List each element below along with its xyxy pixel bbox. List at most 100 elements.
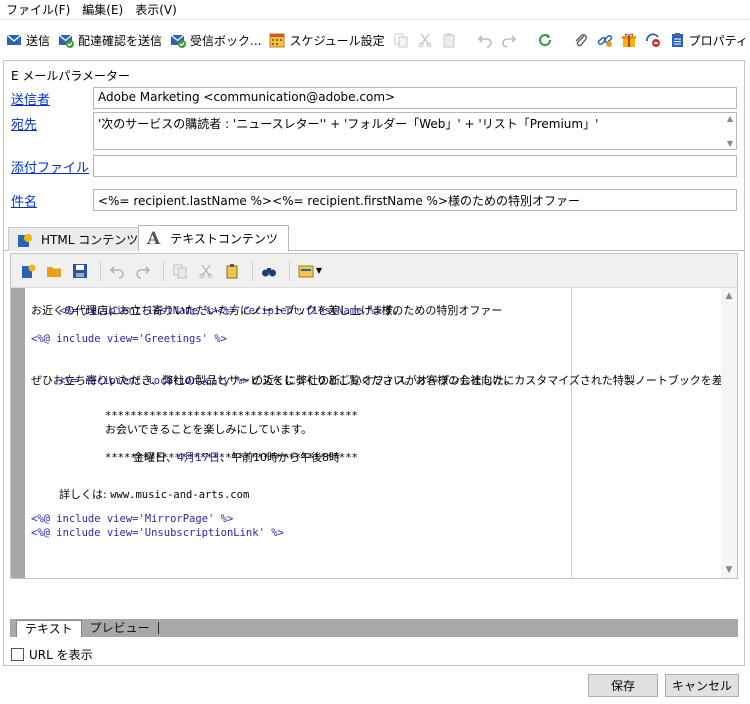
- undo-icon: [109, 265, 124, 279]
- attachments-link[interactable]: 添付ファイル: [11, 157, 89, 176]
- link-button[interactable]: [593, 27, 617, 53]
- scroll-down-icon[interactable]: ▼: [727, 139, 733, 148]
- paste-button[interactable]: [437, 27, 461, 53]
- subject-field[interactable]: <%= recipient.lastName %><%= recipient.f…: [93, 189, 737, 211]
- copy-button[interactable]: [389, 27, 413, 53]
- insert-field-dropdown[interactable]: ▼: [295, 260, 325, 282]
- send-button[interactable]: 送信: [2, 27, 54, 53]
- code-line-9: 詳しくは: www.music-and-arts.com: [58, 488, 250, 501]
- subject-link[interactable]: 件名: [11, 191, 37, 210]
- code-line-7: お会いできることを楽しみにしています。: [105, 423, 313, 436]
- tab-text[interactable]: テキスト: [16, 619, 82, 637]
- text-editor: ▼ <%= recipient.lastName %><%= recipient…: [10, 253, 738, 579]
- redo-icon: [136, 265, 151, 279]
- copy-icon: [394, 33, 408, 48]
- properties-icon: [671, 33, 683, 47]
- code-line-stars-bottom: ****************************************: [105, 452, 358, 464]
- editor-cut-button[interactable]: [195, 260, 217, 282]
- attach-button[interactable]: [569, 27, 593, 53]
- schedule-button[interactable]: スケジュール設定: [265, 27, 388, 53]
- show-url-checkbox[interactable]: [11, 648, 24, 661]
- save-button[interactable]: 保存: [588, 674, 658, 697]
- menu-bar: ファイル(F) 編集(E) 表示(V): [0, 0, 750, 20]
- binoculars-icon: [262, 267, 276, 276]
- gift-button[interactable]: [617, 27, 641, 53]
- code-area[interactable]: <%= recipient.lastName %><%= recipient.f…: [25, 288, 721, 578]
- undo-icon: [477, 35, 492, 48]
- show-url-row: URL を表示: [11, 646, 93, 663]
- recipient-link[interactable]: 宛先: [11, 114, 37, 133]
- calendar-icon: [269, 33, 285, 48]
- refresh-icon: [538, 34, 551, 47]
- editor-scrollbar[interactable]: ▲ ▼: [721, 288, 737, 578]
- unsubscribe-button[interactable]: [641, 27, 665, 53]
- redo-icon: [501, 35, 516, 48]
- tab-preview[interactable]: プレビュー: [82, 620, 158, 637]
- content-tabs: HTML コンテンツ A テキストコンテンツ: [4, 225, 744, 252]
- unsubscribe-icon: [645, 33, 660, 47]
- scissors-icon: [199, 264, 213, 278]
- editor-copy-button[interactable]: [169, 260, 191, 282]
- find-button[interactable]: [258, 260, 280, 282]
- code-line-3: <%@ include view='Greetings' %>: [31, 333, 227, 345]
- editor-gutter: [11, 288, 25, 578]
- scroll-up-icon[interactable]: ▲: [727, 114, 733, 123]
- scroll-down-icon[interactable]: ▼: [724, 565, 734, 575]
- code-line-5: ぜひお立ち寄りいただき、弊社の製品とサービスをじっくりとご覧ください。お客様の会…: [31, 374, 721, 387]
- tab-html-content[interactable]: HTML コンテンツ: [8, 227, 150, 251]
- send-proof-button[interactable]: 配達確認を送信: [54, 27, 166, 53]
- envelope-check-icon: [58, 34, 75, 48]
- cut-button[interactable]: [413, 27, 437, 53]
- clipboard-icon: [443, 33, 455, 48]
- paperclip-icon: [575, 34, 587, 47]
- insert-field-icon: [298, 265, 314, 277]
- inbox-button[interactable]: 受信ボック...: [166, 27, 265, 53]
- tab-divider: [157, 622, 159, 634]
- save-file-button[interactable]: [69, 260, 91, 282]
- show-url-label: URL を表示: [29, 648, 93, 662]
- clipboard-icon: [226, 263, 238, 278]
- section-title: E メールパラメーター: [11, 69, 131, 83]
- new-button[interactable]: [17, 260, 39, 282]
- attachments-field[interactable]: [93, 155, 737, 177]
- html-icon: [18, 233, 32, 247]
- code-line-11: <%@ include view='UnsubscriptionLink' %>: [31, 527, 284, 539]
- editor-toolbar: ▼: [11, 254, 737, 288]
- view-mode-tabs: テキスト プレビュー: [10, 619, 738, 637]
- link-icon: [597, 34, 612, 47]
- sender-field[interactable]: Adobe Marketing <communication@adobe.com…: [93, 87, 737, 109]
- right-margin-line: [571, 288, 572, 578]
- cancel-button[interactable]: キャンセル: [665, 674, 739, 697]
- recipient-field[interactable]: '次のサービスの購読者 : 'ニュースレター'' + 'フォルダー「Web」' …: [93, 112, 737, 150]
- code-line-2: お近くの代理店にお立ち寄りいただいた方にノートブックを差し上げます。: [31, 304, 404, 317]
- code-line-10: <%@ include view='MirrorPage' %>: [31, 513, 234, 525]
- editor-redo-button[interactable]: [132, 260, 154, 282]
- copy-icon: [173, 264, 187, 278]
- refresh-button[interactable]: [533, 27, 557, 53]
- text-a-icon: A: [147, 228, 161, 249]
- open-button[interactable]: [43, 260, 65, 282]
- envelope-check-icon: [170, 34, 187, 48]
- code-line-stars-top: ****************************************: [105, 410, 358, 422]
- new-document-icon: [22, 264, 36, 278]
- menu-view[interactable]: 表示(V): [129, 0, 183, 20]
- editor-paste-button[interactable]: [221, 260, 243, 282]
- main-toolbar: 送信 配達確認を送信 受信ボック... スケジュール設定 プロパティ: [0, 24, 750, 56]
- scroll-up-icon[interactable]: ▲: [724, 291, 734, 301]
- envelope-icon: [6, 34, 22, 45]
- scissors-icon: [418, 33, 432, 48]
- floppy-icon: [73, 263, 87, 278]
- menu-file[interactable]: ファイル(F): [0, 0, 76, 20]
- redo-button[interactable]: [497, 27, 521, 53]
- sender-link[interactable]: 送信者: [11, 89, 50, 108]
- undo-button[interactable]: [473, 27, 497, 53]
- gift-icon: [621, 33, 636, 47]
- email-parameters-panel: E メールパラメーター 送信者 Adobe Marketing <communi…: [3, 60, 745, 666]
- tab-text-content[interactable]: A テキストコンテンツ: [138, 225, 289, 252]
- menu-edit[interactable]: 編集(E): [76, 0, 129, 20]
- recipient-value: '次のサービスの購読者 : 'ニュースレター'' + 'フォルダー「Web」' …: [98, 117, 599, 131]
- chevron-down-icon: ▼: [315, 266, 323, 275]
- editor-undo-button[interactable]: [106, 260, 128, 282]
- folder-icon: [47, 266, 61, 277]
- properties-button[interactable]: プロパティ: [665, 27, 750, 53]
